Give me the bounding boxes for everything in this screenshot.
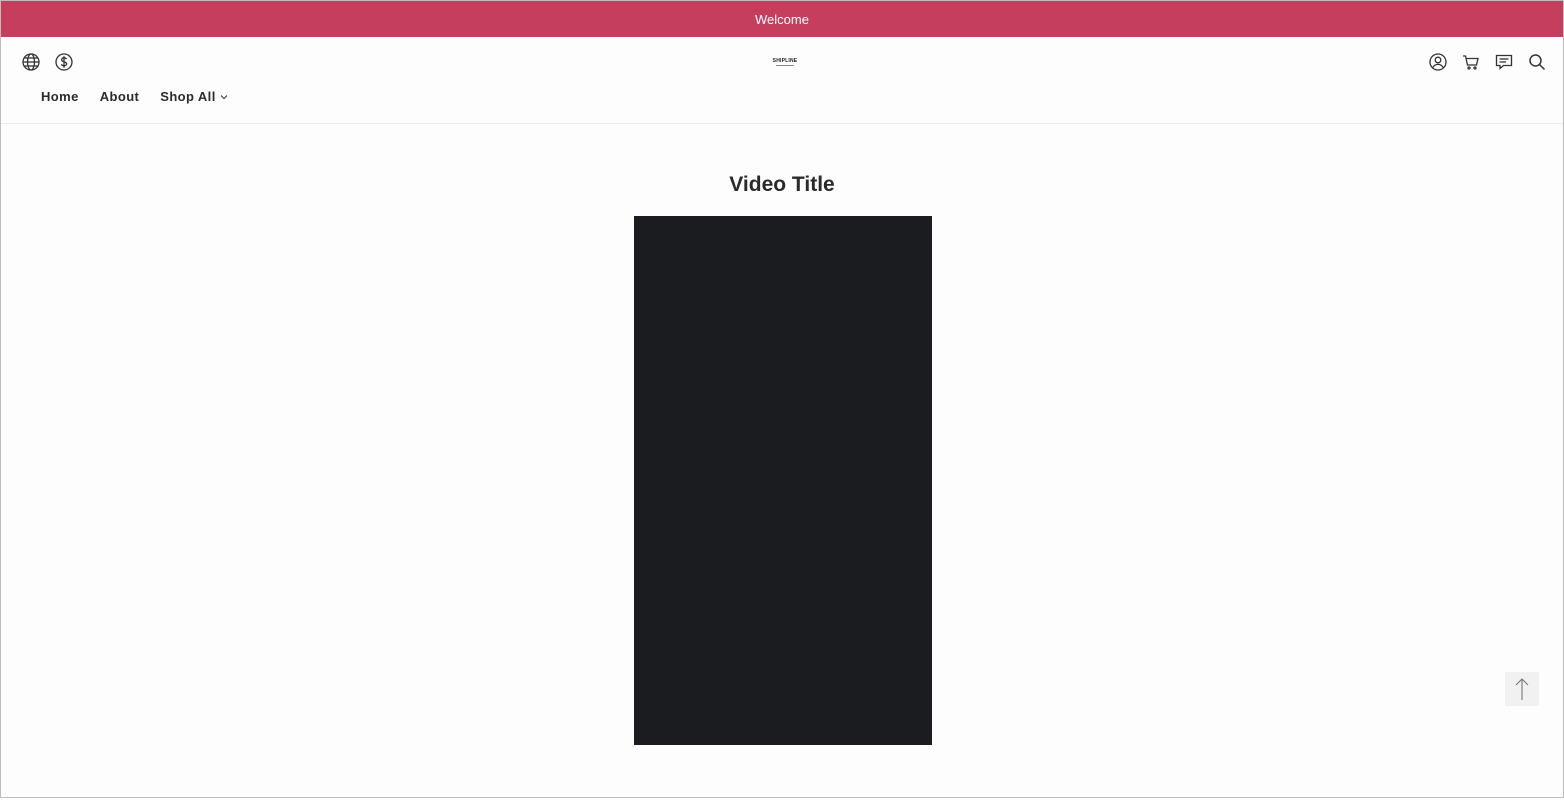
page-frame: Welcome SHIPLINE Home About Shop All Vid…	[0, 0, 1564, 798]
logo-text: SHIPLINE	[772, 57, 798, 64]
cart-icon[interactable]	[1460, 51, 1482, 73]
nav-item-label: Shop All	[160, 89, 216, 104]
logo-underline	[776, 64, 794, 66]
announcement-bar: Welcome	[1, 1, 1563, 37]
nav-item-home[interactable]: Home	[41, 89, 79, 104]
video-player[interactable]	[634, 216, 932, 745]
nav-item-label: Home	[41, 89, 79, 104]
user-icon[interactable]	[1427, 51, 1449, 73]
nav-item-about[interactable]: About	[100, 89, 140, 104]
chevron-down-icon	[220, 94, 228, 99]
video-title: Video Title	[729, 173, 835, 196]
site-header: SHIPLINE Home About Shop All	[1, 37, 1563, 124]
nav-item-shop-all[interactable]: Shop All	[160, 89, 228, 104]
nav-item-label: About	[99, 89, 140, 104]
back-to-top-button[interactable]	[1505, 672, 1539, 706]
dollar-icon[interactable]	[53, 51, 75, 73]
arrow-up-icon	[1515, 678, 1529, 700]
search-icon[interactable]	[1526, 51, 1548, 73]
chat-icon[interactable]	[1493, 51, 1515, 73]
site-logo[interactable]: SHIPLINE	[765, 56, 805, 68]
main-nav: Home About Shop All	[41, 89, 228, 104]
announcement-text: Welcome	[755, 11, 809, 27]
globe-icon[interactable]	[20, 51, 42, 73]
